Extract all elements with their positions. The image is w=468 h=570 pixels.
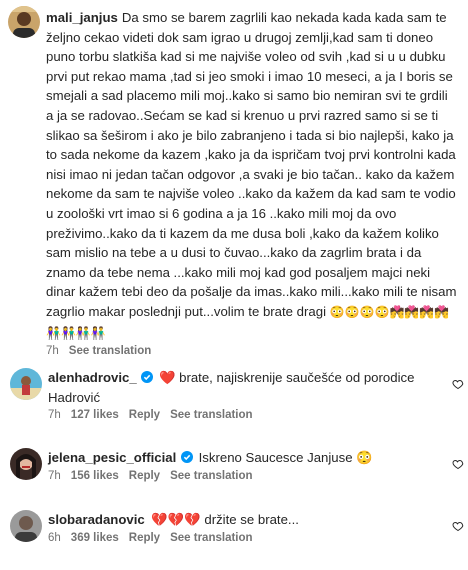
comment-likes[interactable]: 369 likes bbox=[71, 532, 119, 544]
comment-time[interactable]: 7h bbox=[48, 470, 61, 482]
comment-text: jelena_pesic_official Iskreno Saucesce J… bbox=[48, 448, 448, 468]
comment-item: slobaradanovic 💔💔💔 držite se brate... 6h… bbox=[0, 510, 468, 570]
verified-badge-icon bbox=[141, 371, 154, 383]
comment-username[interactable]: alenhadrovic_ bbox=[48, 370, 137, 385]
avatar-image bbox=[10, 448, 42, 480]
heart-icon[interactable] bbox=[452, 458, 464, 470]
caption-meta: 7h See translation bbox=[46, 345, 460, 357]
avatar[interactable] bbox=[10, 510, 42, 542]
avatar[interactable] bbox=[10, 448, 42, 480]
caption-see-translation[interactable]: See translation bbox=[69, 345, 151, 357]
comment-meta: 7h 127 likes Reply See translation bbox=[48, 409, 448, 421]
caption: mali_janjus Da smo se barem zagrlili kao … bbox=[0, 0, 468, 357]
avatar[interactable] bbox=[8, 6, 40, 38]
reply-button[interactable]: Reply bbox=[129, 409, 160, 421]
see-translation-button[interactable]: See translation bbox=[170, 409, 252, 421]
heart-icon[interactable] bbox=[452, 520, 464, 532]
see-translation-button[interactable]: See translation bbox=[170, 470, 252, 482]
comment-item: alenhadrovic_ ❤️ brate, najiskrenije sau… bbox=[0, 368, 468, 428]
see-translation-button[interactable]: See translation bbox=[170, 532, 252, 544]
comment-time[interactable]: 6h bbox=[48, 532, 61, 544]
avatar-image bbox=[10, 368, 42, 400]
comment-username[interactable]: jelena_pesic_official bbox=[48, 450, 176, 465]
comment-body: držite se brate... bbox=[204, 512, 299, 527]
reply-button[interactable]: Reply bbox=[129, 532, 160, 544]
comment-likes[interactable]: 156 likes bbox=[71, 470, 119, 482]
avatar-image bbox=[10, 510, 42, 542]
comment-username[interactable]: slobaradanovic bbox=[48, 512, 145, 527]
comment-text: alenhadrovic_ ❤️ brate, najiskrenije sau… bbox=[48, 368, 448, 407]
avatar-image bbox=[8, 6, 40, 38]
comment-meta: 7h 156 likes Reply See translation bbox=[48, 470, 448, 482]
comment-prefix-emoji: ❤️ bbox=[159, 370, 176, 385]
comment-likes[interactable]: 127 likes bbox=[71, 409, 119, 421]
avatar[interactable] bbox=[10, 368, 42, 400]
comment-time[interactable]: 7h bbox=[48, 409, 61, 421]
caption-time[interactable]: 7h bbox=[46, 345, 59, 357]
heart-icon[interactable] bbox=[452, 378, 464, 390]
reply-button[interactable]: Reply bbox=[129, 470, 160, 482]
comment-body: Iskreno Saucesce Janjuse 😳 bbox=[198, 450, 373, 465]
caption-text: mali_janjus Da smo se barem zagrlili kao … bbox=[46, 8, 458, 343]
comment-item: jelena_pesic_official Iskreno Saucesce J… bbox=[0, 448, 468, 508]
verified-badge-icon bbox=[180, 451, 193, 463]
caption-body: Da smo se barem zagrlili kao nekada kada… bbox=[46, 10, 457, 319]
comment-text: slobaradanovic 💔💔💔 držite se brate... bbox=[48, 510, 448, 530]
caption-username[interactable]: mali_janjus bbox=[46, 10, 118, 25]
comment-meta: 6h 369 likes Reply See translation bbox=[48, 532, 448, 544]
comment-prefix-emoji: 💔💔💔 bbox=[151, 512, 201, 527]
